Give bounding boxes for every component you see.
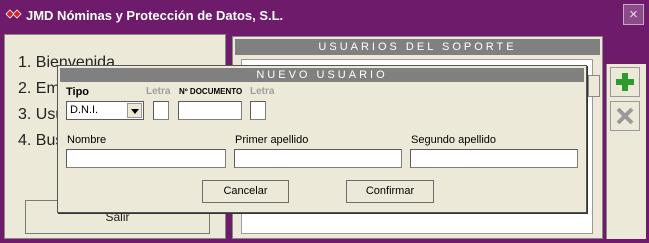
documento-field[interactable] [178,101,242,120]
delete-user-button[interactable] [610,101,640,131]
chevron-down-icon[interactable] [127,103,142,118]
menu-item-empresa[interactable]: 2. Em [18,80,60,98]
cancel-button[interactable]: Cancelar [202,180,289,203]
green-plus-icon [616,73,634,91]
nombre-label: Nombre [67,134,107,146]
list-scrollbar[interactable] [588,75,600,97]
red-diamond-icon [5,9,22,19]
letra-field-1[interactable] [153,101,169,120]
gray-x-icon [616,107,634,125]
dialog-title: NUEVO USUARIO [60,68,584,82]
add-user-button[interactable] [610,67,640,97]
window-title: JMD Nóminas y Protección de Datos, S.L. [26,8,284,23]
window-client: 1. Bienvenida 2. Em 3. Usu 4. Bus Salir … [0,30,649,243]
panel-header: USUARIOS DEL SOPORTE [235,39,600,55]
letra-label-1: Letra [146,86,171,97]
confirm-button[interactable]: Confirmar [346,180,434,203]
tipo-value: D.N.I. [70,104,99,116]
tipo-label: Tipo [66,86,90,98]
nombre-field[interactable] [66,149,226,168]
primer-apellido-field[interactable] [234,149,402,168]
segundo-apellido-field[interactable] [410,149,578,168]
letra-field-2[interactable] [250,101,266,120]
segundo-apellido-label: Segundo apellido [411,134,497,146]
primer-apellido-label: Primer apellido [235,134,309,146]
letra-label-2: Letra [250,86,275,97]
new-user-dialog: NUEVO USUARIO Tipo Letra Nº DOCUMENTO Le… [57,65,587,213]
action-buttons [606,64,646,239]
close-button[interactable]: × [623,4,644,25]
title-bar: JMD Nóminas y Protección de Datos, S.L. … [0,0,649,30]
documento-label: Nº DOCUMENTO [179,87,243,96]
tipo-select[interactable]: D.N.I. [66,101,144,120]
